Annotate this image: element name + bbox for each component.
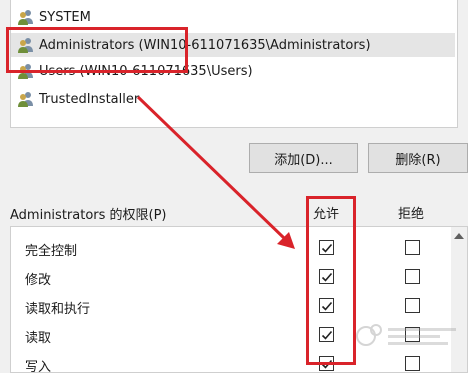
watermark-logo <box>356 324 456 346</box>
annotation-arrow-icon <box>136 95 295 249</box>
